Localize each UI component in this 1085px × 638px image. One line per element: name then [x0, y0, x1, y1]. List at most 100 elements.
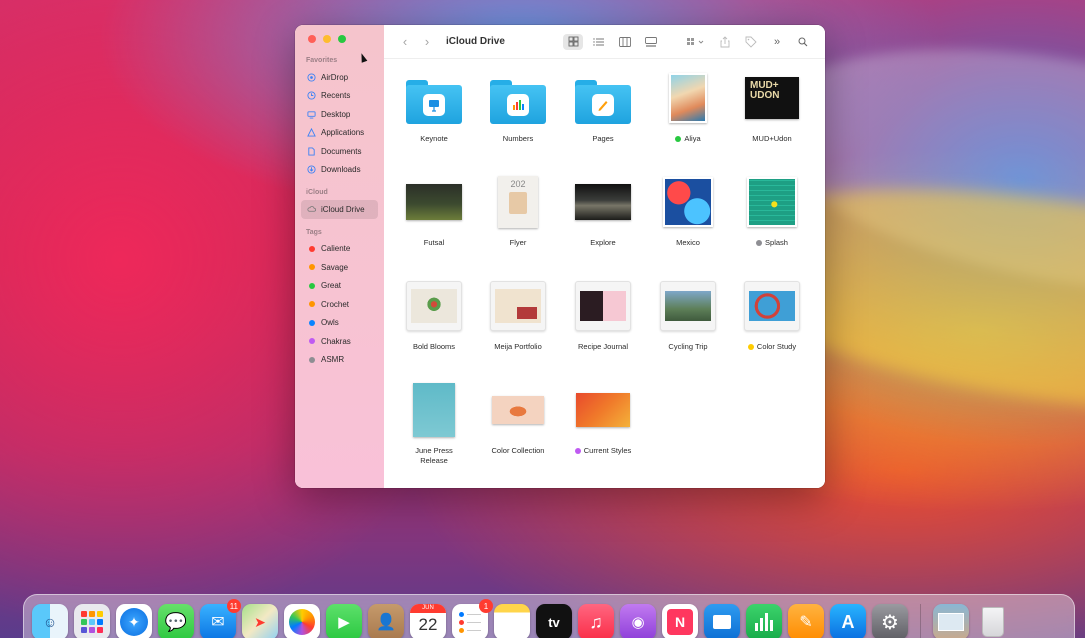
sidebar-item-label: Savage	[321, 262, 349, 272]
dock-notes[interactable]	[494, 604, 530, 638]
flyer-text: 202	[510, 179, 526, 189]
file-item-futsal[interactable]: Futsal	[392, 172, 476, 272]
dock-finder[interactable]: ☺	[32, 604, 68, 638]
file-item-june-press-release[interactable]: June Press Release	[392, 380, 476, 480]
keynote-icon	[423, 93, 445, 116]
forward-button[interactable]: ›	[420, 34, 434, 49]
file-label: Color Study	[756, 342, 797, 351]
sidebar-item-recents[interactable]: Recents	[301, 87, 378, 106]
sidebar-tag-crochet[interactable]: Crochet	[301, 295, 378, 314]
pages-icon	[592, 93, 614, 116]
file-item-splash[interactable]: Splash	[730, 172, 814, 272]
file-item-bold-blooms[interactable]: Bold Blooms	[392, 276, 476, 376]
sidebar-item-label: Downloads	[321, 165, 361, 175]
dock-messages[interactable]: 💬	[158, 604, 194, 638]
sidebar-item-label: AirDrop	[321, 72, 349, 82]
file-browser: ‹ › iCloud Drive » Keynote Numbers Pages…	[384, 25, 825, 488]
grid-dropdown-icon	[687, 37, 704, 45]
file-item-color-collection[interactable]: Color Collection	[476, 380, 560, 480]
contacts-icon: 👤	[376, 614, 396, 631]
list-icon	[593, 37, 604, 46]
tags-list: Caliente Savage Great Crochet Owls Chakr…	[295, 240, 384, 370]
dock-maps[interactable]: ➤	[242, 604, 278, 638]
tv-icon: tv	[548, 614, 560, 630]
file-item-cycling-trip[interactable]: Cycling Trip	[646, 276, 730, 376]
list-view-button[interactable]	[589, 34, 609, 50]
dock-photos[interactable]	[284, 604, 320, 638]
file-label: June Press Release	[415, 446, 453, 465]
dock-numbers[interactable]	[746, 604, 782, 638]
file-item-flyer[interactable]: 202 Flyer	[476, 172, 560, 272]
file-item-aliya[interactable]: Aliya	[646, 68, 730, 168]
file-item-pages-folder[interactable]: Pages	[561, 68, 645, 168]
dock-contacts[interactable]: 👤	[368, 604, 404, 638]
file-label: Flyer	[509, 238, 527, 247]
window-title: iCloud Drive	[446, 36, 505, 47]
gallery-view-button[interactable]	[641, 34, 661, 50]
file-item-numbers-folder[interactable]: Numbers	[476, 68, 560, 168]
file-item-keynote-folder[interactable]: Keynote	[392, 68, 476, 168]
dock-calendar[interactable]: JUN 22	[410, 604, 446, 638]
dock-trash[interactable]	[975, 604, 1011, 638]
sidebar: Favorites AirDrop Recents Desktop Applic…	[295, 25, 384, 488]
dock-facetime[interactable]: ▶	[326, 604, 362, 638]
file-grid: Keynote Numbers Pages Aliya MUD+ UDON MU…	[384, 59, 825, 488]
sidebar-tag-caliente[interactable]: Caliente	[301, 240, 378, 259]
messages-icon: 💬	[164, 611, 188, 632]
columns-icon	[619, 36, 631, 47]
file-item-recipe-journal[interactable]: Recipe Journal	[561, 276, 645, 376]
dock-music[interactable]: ♫	[578, 604, 614, 638]
pages-icon: ✎	[799, 614, 813, 631]
tag-button[interactable]	[741, 34, 761, 50]
sidebar-item-icloud-drive[interactable]: iCloud Drive	[301, 200, 378, 219]
color-study-keynote-thumbnail	[744, 281, 800, 331]
close-button[interactable]	[308, 35, 316, 43]
tag-color-dot	[308, 319, 315, 326]
meija-portfolio-keynote-thumbnail	[490, 281, 546, 331]
dock-pages[interactable]: ✎	[788, 604, 824, 638]
sidebar-tag-owls[interactable]: Owls	[301, 314, 378, 333]
sidebar-item-desktop[interactable]: Desktop	[301, 105, 378, 124]
search-button[interactable]	[793, 34, 813, 50]
file-label: Aliya	[684, 134, 701, 143]
icon-view-button[interactable]	[563, 33, 583, 50]
sidebar-item-documents[interactable]: Documents	[301, 142, 378, 161]
sidebar-item-applications[interactable]: Applications	[301, 124, 378, 143]
file-label: Splash	[765, 238, 788, 247]
dock-mail[interactable]: ✉ 11	[200, 599, 241, 638]
dock-reminders[interactable]: 1	[452, 599, 493, 638]
dock-launchpad[interactable]	[74, 604, 110, 638]
dock-system-preferences[interactable]: ⚙	[872, 604, 908, 638]
file-item-mud-udon[interactable]: MUD+ UDON MUD+Udon	[730, 68, 814, 168]
tag-dot-gray	[756, 240, 763, 246]
sidebar-tag-savage[interactable]: Savage	[301, 258, 378, 277]
file-item-color-study[interactable]: Color Study	[730, 276, 814, 376]
back-button[interactable]: ‹	[398, 34, 412, 49]
dock-safari[interactable]: ✦	[116, 604, 152, 638]
sidebar-item-downloads[interactable]: Downloads	[301, 161, 378, 180]
minimize-button[interactable]	[323, 35, 331, 43]
file-item-mexico[interactable]: Mexico	[646, 172, 730, 272]
more-toolbar-button[interactable]: »	[767, 34, 787, 50]
color-collection-image-thumbnail	[492, 396, 544, 424]
column-view-button[interactable]	[615, 34, 635, 50]
dock-keynote[interactable]	[704, 604, 740, 638]
file-item-current-styles[interactable]: Current Styles	[561, 380, 645, 480]
splash-photo-thumbnail	[747, 177, 797, 227]
dock-tv[interactable]: tv	[536, 604, 572, 638]
dock-podcasts[interactable]: ◉	[620, 604, 656, 638]
dock-app-store[interactable]: A	[830, 604, 866, 638]
sidebar-tag-chakras[interactable]: Chakras	[301, 332, 378, 351]
aliya-photo-thumbnail	[669, 73, 707, 123]
sidebar-item-airdrop[interactable]: AirDrop	[301, 68, 378, 87]
file-item-meija-portfolio[interactable]: Meija Portfolio	[476, 276, 560, 376]
group-by-button[interactable]	[683, 34, 709, 50]
file-item-explore[interactable]: Explore	[561, 172, 645, 272]
grid-icon	[568, 36, 578, 47]
dock-downloads-stack[interactable]	[933, 604, 969, 638]
share-button[interactable]	[715, 34, 735, 50]
zoom-button[interactable]	[338, 35, 346, 43]
dock-news[interactable]: N	[662, 604, 698, 638]
sidebar-tag-asmr[interactable]: ASMR	[301, 351, 378, 370]
sidebar-tag-great[interactable]: Great	[301, 277, 378, 296]
